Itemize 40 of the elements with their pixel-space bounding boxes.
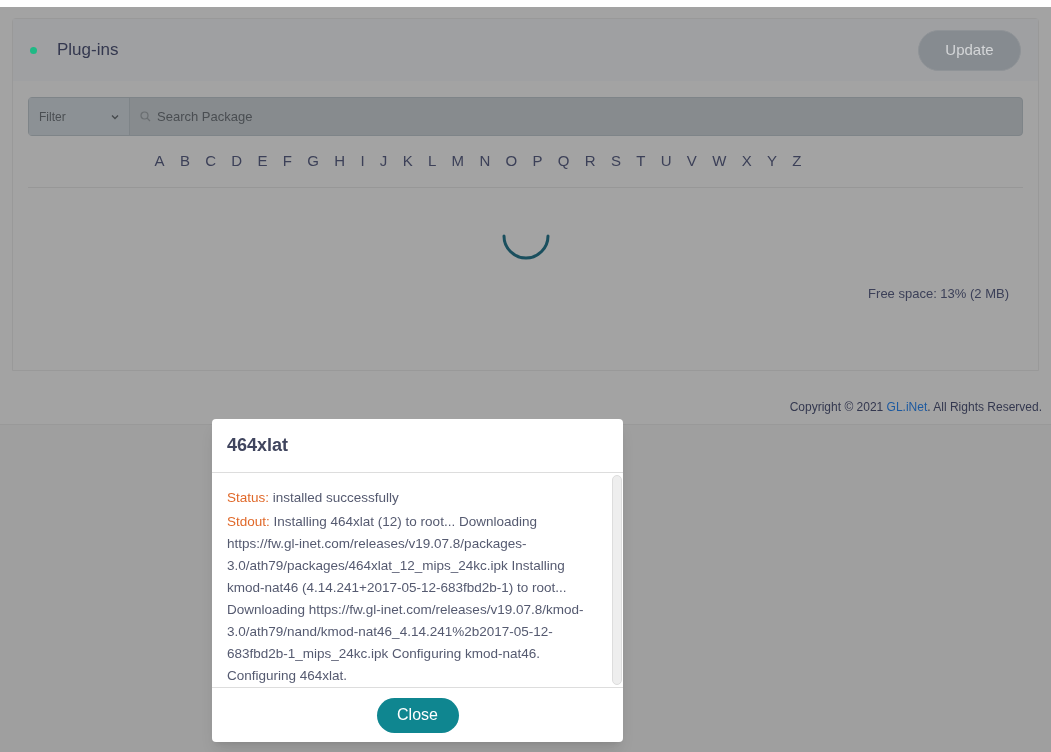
letter-link[interactable]: Q xyxy=(557,150,570,173)
letter-link[interactable]: D xyxy=(231,150,243,173)
search-bar[interactable]: Filter Search Package xyxy=(28,97,1023,136)
letter-link[interactable]: M xyxy=(451,150,465,173)
letter-link[interactable]: J xyxy=(379,150,388,173)
letter-link[interactable]: R xyxy=(584,150,596,173)
letter-link[interactable]: V xyxy=(686,150,697,173)
scrollbar[interactable] xyxy=(612,475,622,686)
chevron-down-icon xyxy=(111,113,119,120)
letter-link[interactable]: N xyxy=(479,150,491,173)
letter-link[interactable]: Y xyxy=(766,150,777,173)
letter-link[interactable]: W xyxy=(712,150,727,173)
letter-link[interactable]: C xyxy=(205,150,217,173)
search-icon xyxy=(140,111,151,122)
letter-link[interactable]: O xyxy=(505,150,518,173)
free-space-text: Free space: 13% (2 MB) xyxy=(868,285,1009,303)
letter-link[interactable]: G xyxy=(307,150,319,173)
copyright-text: Copyright © 2021 GL.iNet. All Rights Reserved. xyxy=(789,399,1042,416)
panel-title: Plug-ins xyxy=(57,39,119,62)
letter-link[interactable]: X xyxy=(741,150,752,173)
letter-link[interactable]: K xyxy=(402,150,413,173)
letter-link[interactable]: B xyxy=(179,150,190,173)
filter-dropdown[interactable]: Filter xyxy=(29,98,130,135)
close-button[interactable]: Close xyxy=(376,697,459,733)
letter-link[interactable]: P xyxy=(532,150,543,173)
letter-link[interactable]: L xyxy=(427,150,437,173)
letter-link[interactable]: H xyxy=(334,150,346,173)
letter-link[interactable]: Z xyxy=(792,150,802,173)
log-text: Status: installed successfully xyxy=(227,489,400,508)
letter-link[interactable]: T xyxy=(636,150,646,173)
log-text: Stdout: Installing 464xlat (12) to root... Downloading https://fw.gl-inet.com/releases/v19.07.8/packages-3.0/ath79/packages/464xlat_12_mips_24kc.ipk Installing kmod-nat46 (4.14.241+2017-05-12-683fbd2b-1) to root... Downloading https://fw.gl-inet.com/releases/v19.07.8/kmod-3.0/ath79/nand/kmod-nat46_4.14.241%2b2017-05-12-683fbd2b-1_mips_24kc.ipk Configuring kmod-nat46. Configuring 464xlat. xyxy=(227,513,585,686)
search-field[interactable]: Search Package xyxy=(130,98,1022,135)
letter-link[interactable]: E xyxy=(257,150,268,173)
dialog-title: 464xlat xyxy=(227,434,289,457)
letter-link[interactable]: A xyxy=(154,150,165,173)
letter-link[interactable]: U xyxy=(660,150,672,173)
letter-link[interactable]: I xyxy=(360,150,365,173)
filter-label: Filter xyxy=(39,108,66,126)
letter-link[interactable]: S xyxy=(610,150,621,173)
letter-link[interactable]: F xyxy=(282,150,292,173)
